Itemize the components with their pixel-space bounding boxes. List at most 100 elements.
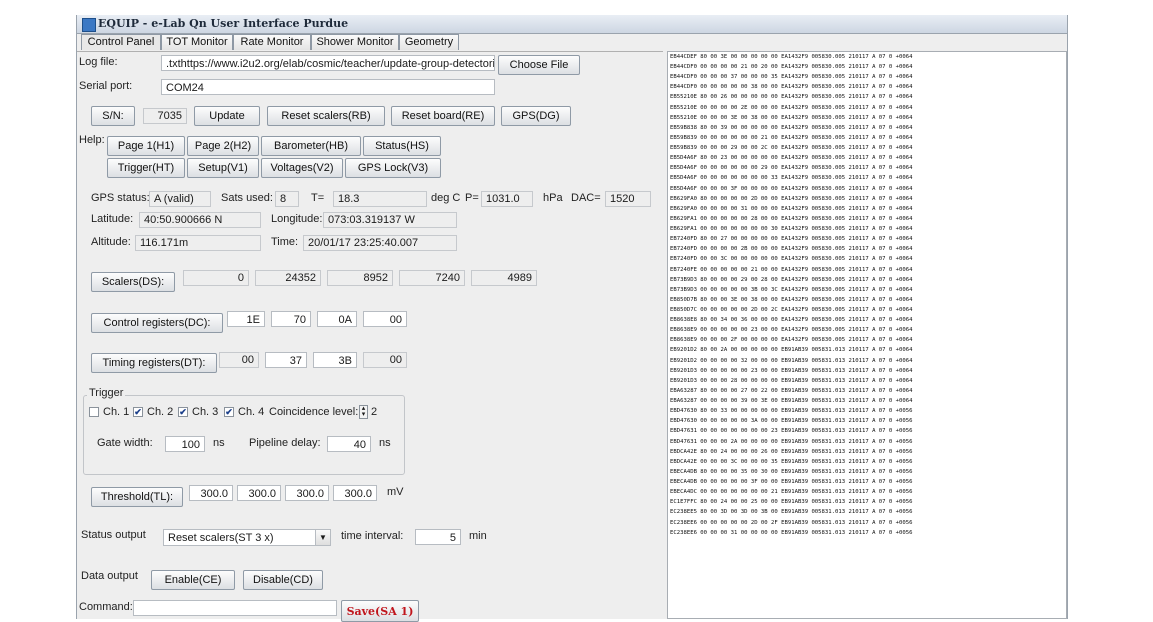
serial-port-field[interactable]: COM24 bbox=[161, 79, 495, 95]
help-trigger-button[interactable]: Trigger(HT) bbox=[107, 158, 185, 178]
tab-shower-monitor[interactable]: Shower Monitor bbox=[311, 34, 399, 50]
control-register-field[interactable]: 1E bbox=[227, 311, 265, 327]
choose-file-button[interactable]: Choose File bbox=[498, 55, 580, 75]
help-barometer-button[interactable]: Barometer(HB) bbox=[261, 136, 361, 156]
data-output-label: Data output bbox=[81, 570, 138, 582]
equip-window: EQUIP - e-Lab Qn User Interface Purdue C… bbox=[76, 15, 1068, 622]
help-voltages-button[interactable]: Voltages(V2) bbox=[261, 158, 343, 178]
help-status-button[interactable]: Status(HS) bbox=[363, 136, 441, 156]
help-gps-lock-button[interactable]: GPS Lock(V3) bbox=[345, 158, 441, 178]
tab-tot-monitor[interactable]: TOT Monitor bbox=[161, 34, 233, 50]
console-line: EB44CDEF 80 00 3E 00 00 00 00 00 EA1432F… bbox=[670, 54, 913, 60]
pipeline-delay-unit: ns bbox=[379, 437, 391, 449]
console-line: EB629FA1 00 00 00 00 00 00 00 30 EA1432F… bbox=[670, 226, 913, 233]
threshold-field[interactable]: 300.0 bbox=[285, 485, 329, 501]
console-line: EB8638E8 80 00 34 00 36 00 00 00 EA1432F… bbox=[670, 317, 913, 324]
scaler-value: 8952 bbox=[327, 270, 393, 286]
enable-ce-button[interactable]: Enable(CE) bbox=[151, 570, 235, 590]
tab-control-panel[interactable]: Control Panel bbox=[81, 34, 161, 50]
console-line: EB5D4A6F 00 00 00 00 00 00 00 33 EA1432F… bbox=[670, 175, 913, 182]
tab-rate-monitor[interactable]: Rate Monitor bbox=[233, 34, 311, 50]
console-line: EBD47631 00 00 00 00 00 00 00 23 EB91AB3… bbox=[670, 428, 913, 435]
help-setup-button[interactable]: Setup(V1) bbox=[187, 158, 259, 178]
temperature-label: T= bbox=[311, 192, 325, 204]
coincidence-value[interactable]: 2 bbox=[371, 406, 377, 418]
console-line: EB59B838 80 00 39 00 00 00 00 00 EA1432F… bbox=[670, 124, 913, 131]
console-line: EB7240FE 00 00 00 00 00 21 00 00 EA1432F… bbox=[670, 266, 913, 273]
control-register-field[interactable]: 0A bbox=[317, 311, 357, 327]
scaler-value: 0 bbox=[183, 270, 249, 286]
timing-register-field[interactable]: 3B bbox=[313, 352, 357, 368]
console-line: EB5D4A6F 80 00 23 00 00 00 00 00 EA1432F… bbox=[670, 155, 913, 162]
console-line: EB44CDF0 00 00 00 37 00 00 00 35 EA1432F… bbox=[670, 74, 913, 81]
control-register-field[interactable]: 70 bbox=[271, 311, 311, 327]
threshold-field[interactable]: 300.0 bbox=[333, 485, 377, 501]
spinner-down-icon[interactable]: ▾ bbox=[362, 411, 366, 418]
status-output-select[interactable]: Reset scalers(ST 3 x) ▼ bbox=[163, 529, 331, 546]
console-line: EBECA4DC 00 00 00 00 00 00 00 21 EB91AB3… bbox=[670, 489, 913, 496]
console-line: EC238EE6 00 00 00 00 00 2D 00 2F EB91AB3… bbox=[670, 519, 913, 526]
sats-used-label: Sats used: bbox=[221, 192, 273, 204]
console-line: EC238EE5 80 00 3D 00 3D 00 3B 00 EB91AB3… bbox=[670, 509, 913, 516]
timing-registers-button[interactable]: Timing registers(DT): bbox=[91, 353, 217, 373]
coincidence-spinner[interactable]: ▴ ▾ bbox=[359, 405, 368, 419]
console-line: EB629FA1 00 00 00 00 00 28 00 00 EA1432F… bbox=[670, 215, 913, 222]
console-line: EBECA4DB 00 00 00 00 00 3F 00 00 EB91AB3… bbox=[670, 479, 913, 486]
console-line: EBA63287 00 00 00 00 39 00 3E 00 EB91AB3… bbox=[670, 398, 913, 405]
sn-button[interactable]: S/N: bbox=[91, 106, 135, 126]
threshold-field[interactable]: 300.0 bbox=[189, 485, 233, 501]
altitude-label: Altitude: bbox=[91, 236, 131, 248]
reset-board-button[interactable]: Reset board(RE) bbox=[391, 106, 495, 126]
update-button[interactable]: Update bbox=[194, 106, 260, 126]
disable-cd-button[interactable]: Disable(CD) bbox=[243, 570, 323, 590]
help-page2-button[interactable]: Page 2(H2) bbox=[187, 136, 259, 156]
longitude-value: 073:03.319137 W bbox=[323, 212, 457, 228]
threshold-button[interactable]: Threshold(TL): bbox=[91, 487, 183, 507]
scaler-value: 24352 bbox=[255, 270, 321, 286]
console-line: EB7240FD 00 00 00 00 2B 00 00 00 EA1432F… bbox=[670, 246, 913, 253]
command-label: Command: bbox=[79, 601, 133, 613]
timing-register-value: 00 bbox=[363, 352, 407, 368]
gps-button[interactable]: GPS(DG) bbox=[501, 106, 571, 126]
pressure-unit: hPa bbox=[543, 192, 563, 204]
threshold-field[interactable]: 300.0 bbox=[237, 485, 281, 501]
gate-width-unit: ns bbox=[213, 437, 225, 449]
control-registers-button[interactable]: Control registers(DC): bbox=[91, 313, 223, 333]
sats-used-value: 8 bbox=[275, 191, 299, 207]
help-page1-button[interactable]: Page 1(H1) bbox=[107, 136, 185, 156]
command-input[interactable] bbox=[133, 600, 337, 616]
console-line: EBDCA42E 80 00 24 00 00 00 26 00 EB91AB3… bbox=[670, 448, 913, 455]
reset-scalers-button[interactable]: Reset scalers(RB) bbox=[267, 106, 385, 126]
tab-geometry[interactable]: Geometry bbox=[399, 34, 459, 50]
logfile-path-field[interactable]: .txthttps://www.i2u2.org/elab/cosmic/tea… bbox=[161, 55, 495, 71]
ch3-checkbox[interactable]: ✔ bbox=[178, 407, 188, 417]
chevron-down-icon[interactable]: ▼ bbox=[315, 530, 330, 545]
scalers-button[interactable]: Scalers(DS): bbox=[91, 272, 175, 292]
console-line: EB55210E 00 00 00 00 2E 00 00 00 EA1432F… bbox=[670, 104, 913, 111]
dac-value: 1520 bbox=[605, 191, 651, 207]
ch1-checkbox[interactable] bbox=[89, 407, 99, 417]
console-line: EB44CDF0 00 00 00 00 00 38 00 00 EA1432F… bbox=[670, 84, 913, 91]
java-app-icon bbox=[82, 18, 96, 32]
gps-status-label: GPS status: bbox=[91, 192, 150, 204]
ch3-label: Ch. 3 bbox=[192, 406, 219, 418]
latitude-value: 40:50.900666 N bbox=[139, 212, 261, 228]
control-panel: Log file: .txthttps://www.i2u2.org/elab/… bbox=[77, 51, 663, 622]
console-line: EBD47630 00 00 00 00 00 3A 00 00 EB91AB3… bbox=[670, 418, 913, 425]
ch2-checkbox[interactable]: ✔ bbox=[133, 407, 143, 417]
ch4-label: Ch. 4 bbox=[238, 406, 265, 418]
time-interval-field[interactable]: 5 bbox=[415, 529, 461, 545]
timing-register-field[interactable]: 37 bbox=[265, 352, 307, 368]
console-line: EC1E7FFC 80 00 24 00 00 25 00 00 EB91AB3… bbox=[670, 499, 913, 506]
pipeline-delay-field[interactable]: 40 bbox=[327, 436, 371, 452]
console-output[interactable]: EB44CDEF 80 00 3E 00 00 00 00 00 EA1432F… bbox=[667, 51, 1067, 619]
gate-width-field[interactable]: 100 bbox=[165, 436, 205, 452]
ch4-checkbox[interactable]: ✔ bbox=[224, 407, 234, 417]
console-line: EB9201D3 00 00 00 00 00 23 00 00 EB91AB3… bbox=[670, 367, 913, 374]
console-line: EB5D4A6F 00 00 00 00 00 00 29 00 EA1432F… bbox=[670, 165, 913, 172]
control-register-field[interactable]: 00 bbox=[363, 311, 407, 327]
temperature-unit: deg C bbox=[431, 192, 461, 204]
console-line: EB8638E9 00 00 00 2F 00 00 00 00 EA1432F… bbox=[670, 337, 913, 344]
coincidence-label: Coincidence level: bbox=[269, 406, 359, 418]
threshold-unit: mV bbox=[387, 486, 404, 498]
